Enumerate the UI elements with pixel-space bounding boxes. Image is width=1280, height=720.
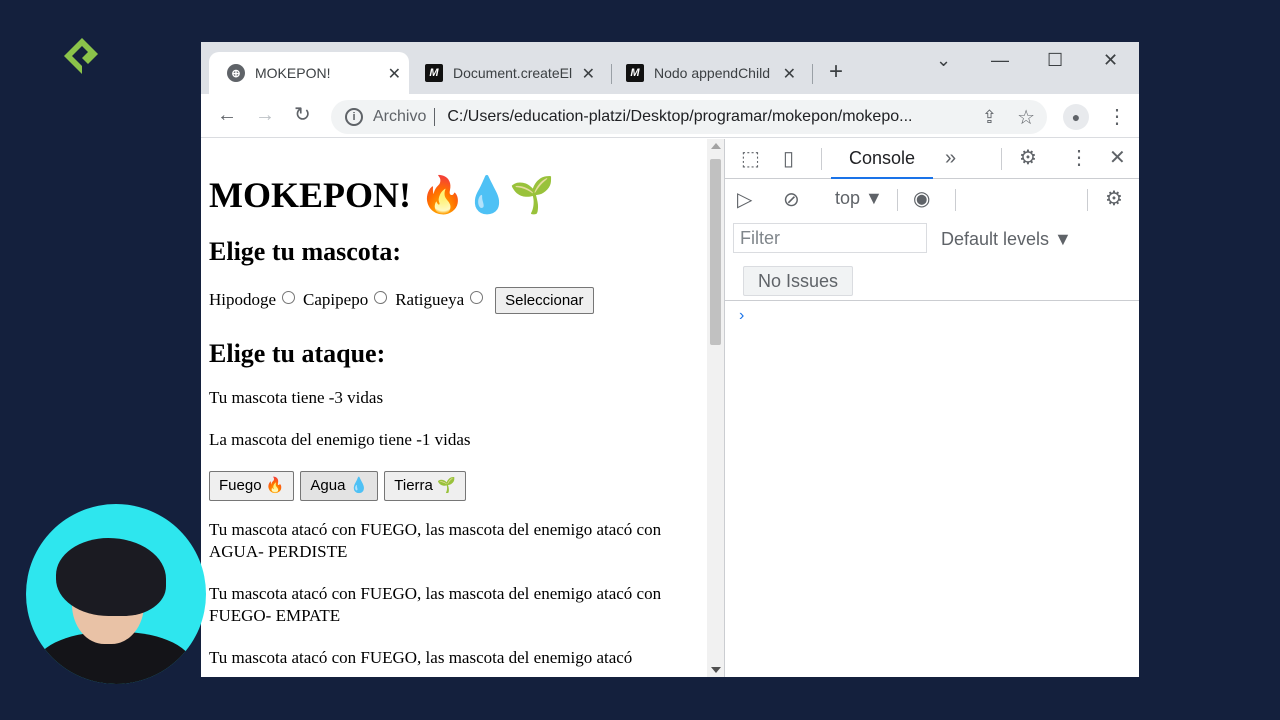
pet-selection: Hipodoge Capipepo Ratigueya Seleccionar bbox=[209, 285, 707, 315]
water-attack-button[interactable]: Agua 💧 bbox=[300, 471, 379, 501]
devtools-panel: ⬚ ▯ Console » ⚙ ⋮ ✕ ▷ ⊘ top ▼ ◉ ⚙ Filter… bbox=[724, 139, 1139, 677]
close-tab-icon[interactable]: ✕ bbox=[582, 64, 595, 84]
inspect-element-icon[interactable]: ⬚ bbox=[741, 148, 760, 170]
tab-search-chevron-icon[interactable]: ⌄ bbox=[936, 50, 951, 71]
globe-icon: ⊕ bbox=[227, 64, 245, 82]
pet-label-hipodoge: Hipodoge bbox=[209, 290, 277, 309]
minimize-icon[interactable]: — bbox=[991, 50, 1009, 71]
context-selector[interactable]: top ▼ bbox=[835, 188, 883, 209]
maximize-icon[interactable]: ☐ bbox=[1047, 50, 1063, 71]
enemy-lives: La mascota del enemigo tiene -1 vidas bbox=[209, 430, 471, 449]
scroll-down-icon[interactable] bbox=[711, 667, 721, 673]
tab-mokepon[interactable]: ⊕ MOKEPON! ✕ bbox=[209, 52, 409, 94]
platzi-logo-icon bbox=[64, 38, 98, 74]
browser-toolbar: ← → ↻ i Archivo C:/Users/education-platz… bbox=[201, 94, 1139, 138]
console-prompt-icon[interactable]: › bbox=[739, 307, 744, 325]
battle-message: Tu mascota atacó con FUEGO, las mascota … bbox=[209, 520, 662, 561]
back-icon[interactable]: ← bbox=[217, 104, 237, 126]
tab-console[interactable]: Console bbox=[831, 139, 933, 179]
pet-heading: Elige tu mascota: bbox=[209, 237, 402, 266]
pet-label-ratigueya: Ratigueya bbox=[395, 290, 465, 309]
device-toolbar-icon[interactable]: ▯ bbox=[783, 148, 794, 170]
address-scheme: Archivo bbox=[373, 108, 427, 125]
radio-capipepo[interactable] bbox=[374, 290, 388, 304]
issues-button[interactable]: No Issues bbox=[743, 266, 854, 296]
profile-avatar-icon[interactable]: ● bbox=[1063, 104, 1089, 130]
scroll-thumb[interactable] bbox=[710, 159, 721, 345]
address-url[interactable]: C:/Users/education-platzi/Desktop/progra… bbox=[447, 108, 957, 126]
radio-ratigueya[interactable] bbox=[470, 290, 484, 304]
battle-message: Tu mascota atacó con FUEGO, las mascota … bbox=[209, 584, 662, 625]
close-tab-icon[interactable]: ✕ bbox=[783, 64, 796, 84]
reload-icon[interactable]: ↻ bbox=[294, 104, 311, 126]
browser-menu-icon[interactable]: ⋮ bbox=[1107, 104, 1127, 129]
mdn-icon: M bbox=[425, 64, 443, 82]
browser-window: ⊕ MOKEPON! ✕ M Document.createEl ✕ M Nod… bbox=[201, 42, 1139, 677]
earth-attack-button[interactable]: Tierra 🌱 bbox=[384, 471, 466, 501]
tab-document-createelement[interactable]: M Document.createEl ✕ bbox=[407, 52, 603, 94]
live-expression-eye-icon[interactable]: ◉ bbox=[913, 188, 930, 210]
console-settings-gear-icon[interactable]: ⚙ bbox=[1105, 188, 1123, 210]
tab-title: Document.createEl bbox=[453, 65, 573, 81]
webcam-overlay bbox=[26, 504, 206, 684]
select-pet-button[interactable]: Seleccionar bbox=[495, 286, 594, 314]
attack-buttons: Fuego 🔥 Agua 💧 Tierra 🌱 bbox=[209, 471, 707, 501]
fire-attack-button[interactable]: Fuego 🔥 bbox=[209, 471, 295, 501]
share-icon[interactable]: ⇪ bbox=[982, 107, 997, 128]
close-window-icon[interactable]: ✕ bbox=[1103, 50, 1118, 71]
more-tabs-icon[interactable]: » bbox=[945, 147, 956, 169]
log-levels-dropdown[interactable]: Default levels ▼ bbox=[941, 229, 1072, 250]
devtools-divider bbox=[897, 189, 898, 211]
new-tab-icon[interactable]: + bbox=[829, 60, 843, 84]
tab-divider bbox=[812, 64, 813, 84]
devtools-divider bbox=[821, 148, 822, 170]
page-title: MOKEPON! 🔥💧🌱 bbox=[209, 175, 555, 215]
close-devtools-icon[interactable]: ✕ bbox=[1109, 147, 1126, 169]
forward-icon[interactable]: → bbox=[255, 104, 275, 126]
devtools-divider bbox=[1001, 148, 1002, 170]
tab-appendchild[interactable]: M Nodo appendChild ✕ bbox=[608, 52, 804, 94]
address-divider bbox=[434, 108, 436, 126]
tab-bar: ⊕ MOKEPON! ✕ M Document.createEl ✕ M Nod… bbox=[201, 42, 1139, 94]
console-toolbar: ▷ ⊘ top ▼ ◉ ⚙ bbox=[725, 179, 1139, 221]
radio-hipodoge[interactable] bbox=[282, 290, 296, 304]
bookmark-star-icon[interactable]: ☆ bbox=[1017, 105, 1035, 130]
tab-title: MOKEPON! bbox=[255, 65, 331, 81]
clear-console-icon[interactable]: ⊘ bbox=[783, 189, 800, 211]
site-info-icon[interactable]: i bbox=[345, 108, 363, 126]
issues-row: No Issues bbox=[725, 261, 1139, 301]
pet-label-capipepo: Capipepo bbox=[303, 290, 369, 309]
devtools-tabbar: ⬚ ▯ Console » ⚙ ⋮ ✕ bbox=[725, 139, 1139, 179]
settings-gear-icon[interactable]: ⚙ bbox=[1019, 147, 1037, 169]
devtools-divider bbox=[1087, 189, 1088, 211]
sidebar-toggle-icon[interactable]: ▷ bbox=[737, 189, 752, 211]
battle-message: Tu mascota atacó con FUEGO, las mascota … bbox=[209, 648, 633, 667]
tab-title: Nodo appendChild bbox=[654, 65, 770, 81]
devtools-divider bbox=[955, 189, 956, 211]
scroll-up-icon[interactable] bbox=[711, 143, 721, 149]
mdn-icon: M bbox=[626, 64, 644, 82]
attack-heading: Elige tu ataque: bbox=[209, 339, 386, 368]
close-tab-icon[interactable]: ✕ bbox=[388, 64, 401, 84]
console-filter-input[interactable]: Filter bbox=[733, 223, 927, 253]
presenter-hair bbox=[56, 538, 166, 616]
address-bar[interactable]: i Archivo C:/Users/education-platzi/Desk… bbox=[331, 100, 1047, 134]
page-content: MOKEPON! 🔥💧🌱 Elige tu mascota: Hipodoge … bbox=[201, 139, 707, 677]
page-scrollbar[interactable] bbox=[707, 139, 724, 677]
player-lives: Tu mascota tiene -3 vidas bbox=[209, 388, 384, 407]
devtools-menu-icon[interactable]: ⋮ bbox=[1069, 147, 1089, 169]
